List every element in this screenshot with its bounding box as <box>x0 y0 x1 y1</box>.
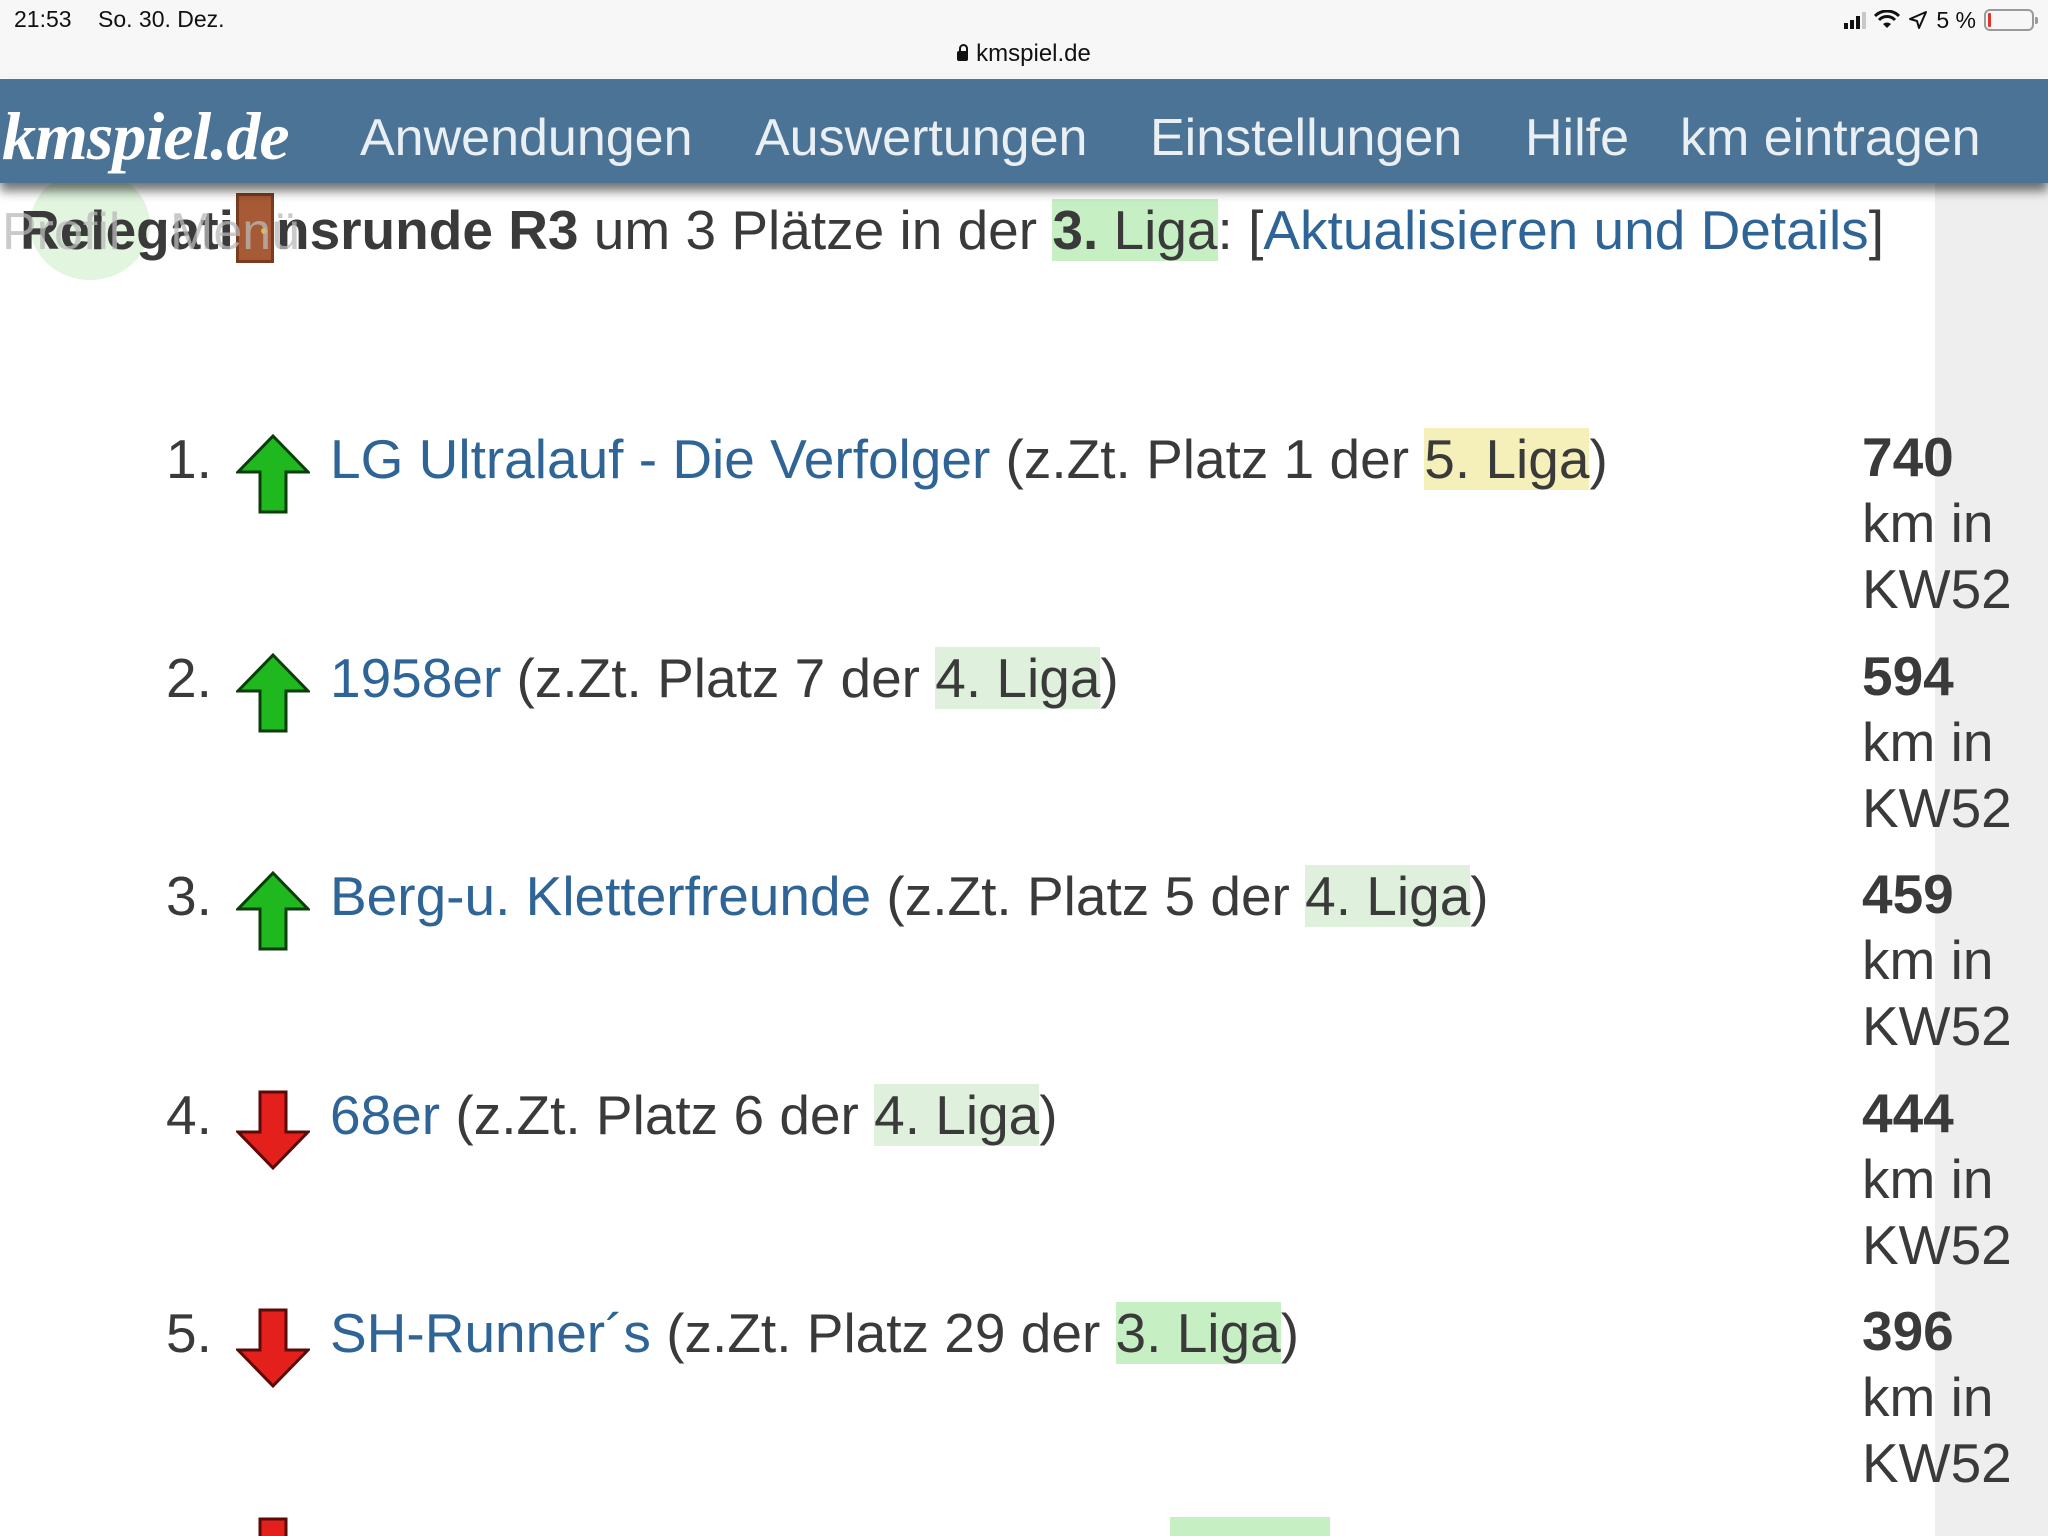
status-date: So. 30. Dez. <box>98 6 225 32</box>
team-close: ) <box>1039 1084 1058 1146</box>
km-value: 396 <box>1862 1300 1954 1362</box>
ranking-row: 3. Berg-u. Kletterfreunde (z.Zt. Platz 5… <box>0 861 2048 1079</box>
km-unit: km in <box>1862 1366 1994 1428</box>
team-place: (z.Zt. Platz 1 der <box>990 428 1425 490</box>
km-unit: km in <box>1862 492 1994 554</box>
nav-anwendungen[interactable]: Anwendungen <box>360 108 693 168</box>
km-unit: km in <box>1862 929 1994 991</box>
arrow-up-icon <box>236 653 310 733</box>
nav-einstellungen[interactable]: Einstellungen <box>1150 108 1462 168</box>
status-time: 21:53 <box>14 6 72 32</box>
nav-km-eintragen[interactable]: km eintragen <box>1680 108 1981 168</box>
league-badge: 4. Liga <box>874 1084 1040 1146</box>
rank-number: 2. <box>166 647 212 709</box>
team-link[interactable]: SH-Runner´s <box>330 1302 651 1364</box>
team-link[interactable]: 1958er <box>330 647 501 709</box>
battery-icon <box>1984 9 2038 31</box>
km-unit: km in <box>1862 1148 1994 1210</box>
ranking-row: 4. 68er (z.Zt. Platz 6 der 4. Liga) 444 k… <box>0 1080 2048 1298</box>
team-link[interactable]: 68er <box>330 1084 440 1146</box>
round-title-b: nsrunde R3 <box>275 199 579 261</box>
league-badge: 3. Liga <box>1052 199 1218 261</box>
league-badge: 4. Liga <box>1305 865 1471 927</box>
team-entry: 1958er (z.Zt. Platz 7 der 4. Liga) <box>330 643 1119 713</box>
arrow-down-icon <box>258 1517 288 1536</box>
km-score: 396 km in KW52 <box>1862 1298 2012 1496</box>
url-text: kmspiel.de <box>976 40 1091 67</box>
league-number: 3. <box>1052 199 1099 261</box>
main-navbar: kmspiel.de Anwendungen Auswertungen Eins… <box>0 79 2048 183</box>
rank-number: 3. <box>166 865 212 927</box>
ranking-row-partial <box>0 1517 2048 1536</box>
rank-number: 1. <box>166 428 212 490</box>
km-week: KW52 <box>1862 1432 2012 1494</box>
team-entry: 68er (z.Zt. Platz 6 der 4. Liga) <box>330 1080 1058 1150</box>
ranking-row: 2. 1958er (z.Zt. Platz 7 der 4. Liga) 59… <box>0 643 2048 861</box>
menu-button[interactable]: Menü <box>170 202 300 262</box>
battery-percent: 5 % <box>1936 6 1976 33</box>
team-entry: LG Ultralauf - Die Verfolger (z.Zt. Plat… <box>330 424 1608 494</box>
refresh-details-link[interactable]: Aktualisieren und Details <box>1263 199 1868 261</box>
nav-auswertungen[interactable]: Auswertungen <box>755 108 1087 168</box>
team-link[interactable]: LG Ultralauf - Die Verfolger <box>330 428 990 490</box>
location-arrow-icon <box>1909 11 1928 29</box>
league-badge: 3. Liga <box>1115 1302 1281 1364</box>
heading-text: um 3 Plätze in der <box>578 199 1053 261</box>
lock-icon <box>957 44 969 61</box>
km-unit: km in <box>1862 711 1994 773</box>
heading-bracket: ] <box>1868 199 1884 261</box>
league-badge: 4. Liga <box>935 647 1101 709</box>
team-place: (z.Zt. Platz 6 der <box>440 1084 875 1146</box>
league-badge-partial <box>1170 1517 1330 1536</box>
league-word: Liga <box>1098 199 1218 261</box>
nav-hilfe[interactable]: Hilfe <box>1525 108 1629 168</box>
team-place: (z.Zt. Platz 29 der <box>650 1302 1116 1364</box>
league-badge: 5. Liga <box>1424 428 1590 490</box>
km-value: 740 <box>1862 426 1954 488</box>
km-week: KW52 <box>1862 777 2012 839</box>
wifi-icon <box>1874 10 1901 28</box>
km-score: 459 km in KW52 <box>1862 861 2012 1059</box>
team-place: (z.Zt. Platz 5 der <box>871 865 1306 927</box>
team-close: ) <box>1470 865 1489 927</box>
km-score: 444 km in KW52 <box>1862 1080 2012 1278</box>
page-heading: Relegati nsrunde R3 um 3 Plätze in der 3.… <box>20 186 1920 274</box>
km-week: KW52 <box>1862 995 2012 1057</box>
km-week: KW52 <box>1862 558 2012 620</box>
team-entry: SH-Runner´s (z.Zt. Platz 29 der 3. Liga) <box>330 1298 1299 1368</box>
page: 21:53 So. 30. Dez. kmspiel.de 5 % kmspie… <box>0 0 2048 1536</box>
km-value: 444 <box>1862 1082 1954 1144</box>
status-bar: 21:53 So. 30. Dez. kmspiel.de 5 % <box>0 0 2048 78</box>
team-link[interactable]: Berg-u. Kletterfreunde <box>330 865 871 927</box>
km-score: 740 km in KW52 <box>1862 424 2012 622</box>
team-close: ) <box>1100 647 1119 709</box>
ranking-row: 1. LG Ultralauf - Die Verfolger (z.Zt. P… <box>0 424 2048 642</box>
profile-button[interactable]: Profil <box>2 202 120 262</box>
arrow-down-icon <box>236 1308 310 1388</box>
km-score: 594 km in KW52 <box>1862 643 2012 841</box>
ranking-row: 5. SH-Runner´s (z.Zt. Platz 29 der 3. Li… <box>0 1298 2048 1516</box>
arrow-up-icon <box>236 871 310 951</box>
address-bar[interactable]: kmspiel.de <box>0 40 2048 68</box>
rank-number: 4. <box>166 1084 212 1146</box>
arrow-up-icon <box>236 434 310 514</box>
team-place: (z.Zt. Platz 7 der <box>501 647 936 709</box>
km-value: 459 <box>1862 863 1954 925</box>
status-indicators: 5 % <box>1844 6 2038 34</box>
team-close: ) <box>1589 428 1608 490</box>
rank-number: 5. <box>166 1302 212 1364</box>
km-week: KW52 <box>1862 1214 2012 1276</box>
heading-colon: : [ <box>1217 199 1264 261</box>
arrow-down-icon <box>236 1090 310 1170</box>
team-close: ) <box>1280 1302 1300 1364</box>
km-value: 594 <box>1862 645 1954 707</box>
cellular-signal-icon <box>1844 11 1867 29</box>
team-entry: Berg-u. Kletterfreunde (z.Zt. Platz 5 de… <box>330 861 1489 931</box>
site-logo[interactable]: kmspiel.de <box>2 97 290 176</box>
